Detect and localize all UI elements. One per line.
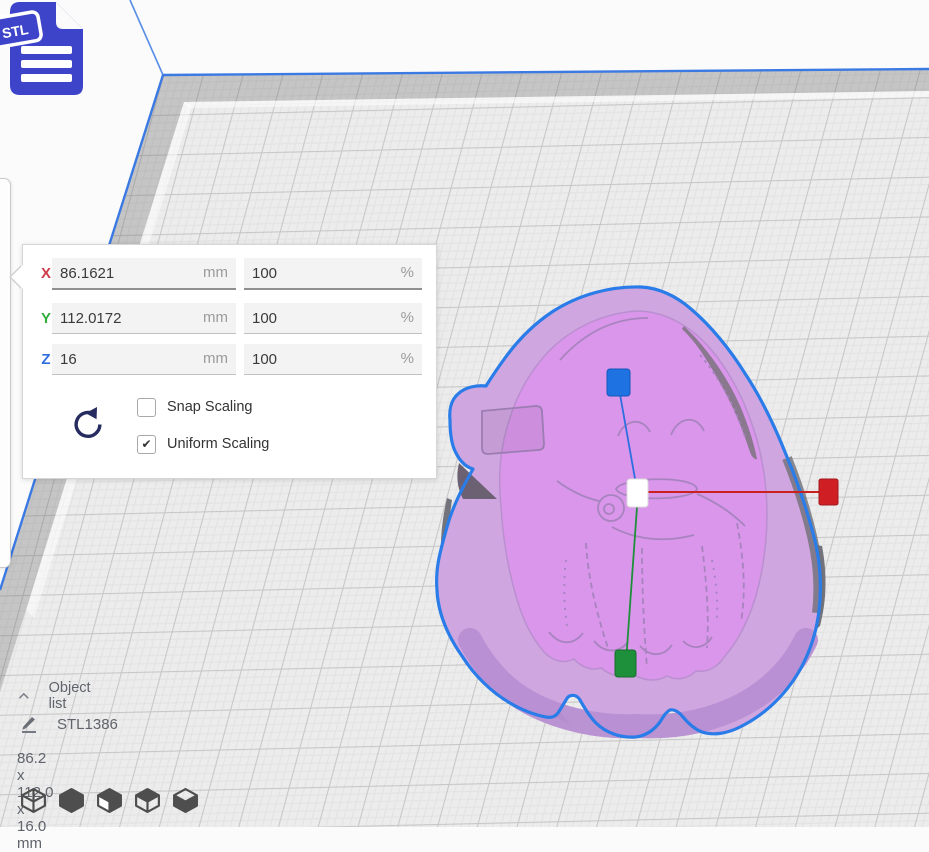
view-top-icon[interactable] [95,786,124,816]
camera-view-toolbar [19,786,200,816]
object-list-toggle[interactable]: Object list [18,680,95,712]
uniform-scaling-row: ✔ Uniform Scaling [137,434,269,454]
scale-y-percent-input[interactable] [244,303,422,333]
scale-handle-center[interactable] [627,479,648,507]
model-tab-slot [482,406,544,454]
panel-pointer-arrow [11,265,23,289]
scale-x-mm-field: mm [52,258,236,290]
document-lines [21,46,72,82]
uniform-scaling-checkbox[interactable]: ✔ [137,435,156,454]
view-right-icon[interactable] [171,786,200,816]
object-list-title: Object list [49,680,95,712]
scale-handle-y[interactable] [615,650,636,677]
scale-z-mm-field: mm [52,344,236,375]
stl-file-icon: STL [0,0,100,108]
snap-scaling-checkbox[interactable] [137,398,156,417]
scale-z-mm-input[interactable] [52,344,236,374]
pencil-icon [20,714,40,734]
snap-scaling-label: Snap Scaling [167,399,252,415]
scale-x-percent-input[interactable] [244,258,422,288]
scale-row-z: Z mm % [23,344,436,375]
left-toolbar-edge [0,178,11,568]
view-3d-icon[interactable] [19,786,48,816]
object-name: STL1386 [57,716,118,733]
scale-row-x: X mm % [23,258,436,289]
scale-z-percent-input[interactable] [244,344,422,374]
scale-y-mm-field: mm [52,303,236,334]
chevron-up-icon [18,691,30,701]
axis-y-label: Y [39,310,53,327]
scale-tool-panel: X mm % Y mm % Z mm % [22,244,437,479]
scale-x-percent-field: % [244,258,422,290]
scale-row-y: Y mm % [23,303,436,334]
view-left-icon[interactable] [133,786,162,816]
scale-handle-x[interactable] [819,479,838,505]
axis-x-label: X [39,265,53,282]
object-list-item[interactable]: STL1386 [20,714,118,734]
scale-handle-z[interactable] [607,369,630,396]
reset-scale-button[interactable] [69,405,107,445]
axis-z-label: Z [39,351,53,368]
uniform-scaling-label: Uniform Scaling [167,436,269,452]
scale-x-mm-input[interactable] [52,258,236,288]
view-front-icon[interactable] [57,786,86,816]
scale-z-percent-field: % [244,344,422,375]
scale-y-percent-field: % [244,303,422,334]
document-fold [56,2,83,29]
scale-y-mm-input[interactable] [52,303,236,333]
snap-scaling-row: Snap Scaling [137,397,252,417]
